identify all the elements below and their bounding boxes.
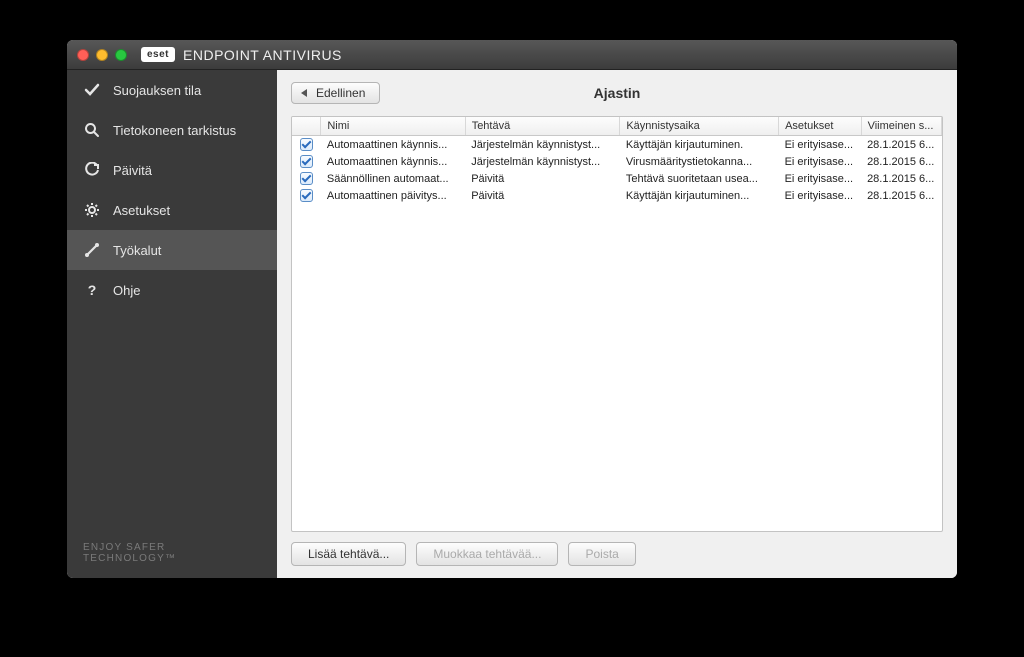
sidebar-item-status[interactable]: Suojauksen tila (67, 70, 277, 110)
sidebar-item-settings[interactable]: Asetukset (67, 190, 277, 230)
svg-text:?: ? (88, 282, 97, 298)
delete-task-button[interactable]: Poista (568, 542, 635, 566)
col-header-start[interactable]: Käynnistysaika (620, 117, 779, 136)
col-header-check[interactable] (292, 117, 321, 136)
back-button[interactable]: Edellinen (291, 82, 380, 104)
cell-name: Automaattinen päivitys... (321, 187, 465, 204)
sidebar-item-label: Päivitä (113, 163, 152, 178)
search-icon (83, 121, 101, 139)
row-checkbox[interactable] (300, 172, 313, 185)
minimize-icon[interactable] (96, 49, 108, 61)
cell-last: 28.1.2015 6... (861, 153, 941, 170)
traffic-lights (77, 49, 127, 61)
sidebar-item-label: Suojauksen tila (113, 83, 201, 98)
cell-name: Automaattinen käynnis... (321, 153, 465, 170)
cell-settings: Ei erityisase... (779, 170, 861, 187)
col-header-task[interactable]: Tehtävä (465, 117, 620, 136)
sidebar-item-tools[interactable]: Työkalut (67, 230, 277, 270)
col-header-settings[interactable]: Asetukset (779, 117, 861, 136)
refresh-icon (83, 161, 101, 179)
check-icon (83, 81, 101, 99)
scheduler-table: Nimi Tehtävä Käynnistysaika Asetukset Vi… (292, 117, 942, 204)
cell-name: Säännöllinen automaat... (321, 170, 465, 187)
cell-settings: Ei erityisase... (779, 153, 861, 170)
tools-icon (83, 241, 101, 259)
scheduler-table-panel: Nimi Tehtävä Käynnistysaika Asetukset Vi… (291, 116, 943, 532)
table-row[interactable]: Automaattinen käynnis... Järjestelmän kä… (292, 136, 942, 154)
row-checkbox[interactable] (300, 189, 313, 202)
sidebar-item-label: Asetukset (113, 203, 170, 218)
gear-icon (83, 201, 101, 219)
cell-name: Automaattinen käynnis... (321, 136, 465, 154)
cell-task: Päivitä (465, 170, 620, 187)
brand-logo: eset (141, 47, 175, 62)
cell-settings: Ei erityisase... (779, 187, 861, 204)
close-icon[interactable] (77, 49, 89, 61)
cell-start: Käyttäjän kirjautuminen... (620, 187, 779, 204)
col-header-last[interactable]: Viimeinen s... (861, 117, 941, 136)
sidebar-item-scan[interactable]: Tietokoneen tarkistus (67, 110, 277, 150)
cell-settings: Ei erityisase... (779, 136, 861, 154)
header-row: Edellinen Ajastin (291, 80, 943, 106)
sidebar-item-update[interactable]: Päivitä (67, 150, 277, 190)
titlebar: eset ENDPOINT ANTIVIRUS (67, 40, 957, 70)
table-row[interactable]: Automaattinen päivitys... Päivitä Käyttä… (292, 187, 942, 204)
sidebar: Suojauksen tila Tietokoneen tarkistus Pä… (67, 70, 277, 578)
button-row: Lisää tehtävä... Muokkaa tehtävää... Poi… (291, 542, 943, 566)
edit-task-button[interactable]: Muokkaa tehtävää... (416, 542, 558, 566)
app-title: ENDPOINT ANTIVIRUS (183, 47, 342, 63)
table-row[interactable]: Automaattinen käynnis... Järjestelmän kä… (292, 153, 942, 170)
table-row[interactable]: Säännöllinen automaat... Päivitä Tehtävä… (292, 170, 942, 187)
sidebar-item-label: Ohje (113, 283, 140, 298)
cell-last: 28.1.2015 6... (861, 187, 941, 204)
cell-start: Käyttäjän kirjautuminen. (620, 136, 779, 154)
app-window: eset ENDPOINT ANTIVIRUS Suojauksen tila … (67, 40, 957, 578)
cell-start: Virusmääritystietokanna... (620, 153, 779, 170)
zoom-icon[interactable] (115, 49, 127, 61)
cell-task: Järjestelmän käynnistyst... (465, 153, 620, 170)
question-icon: ? (83, 281, 101, 299)
cell-task: Päivitä (465, 187, 620, 204)
cell-last: 28.1.2015 6... (861, 170, 941, 187)
add-task-button[interactable]: Lisää tehtävä... (291, 542, 406, 566)
col-header-name[interactable]: Nimi (321, 117, 465, 136)
cell-start: Tehtävä suoritetaan usea... (620, 170, 779, 187)
sidebar-item-help[interactable]: ? Ohje (67, 270, 277, 310)
sidebar-item-label: Työkalut (113, 243, 161, 258)
cell-task: Järjestelmän käynnistyst... (465, 136, 620, 154)
sidebar-item-label: Tietokoneen tarkistus (113, 123, 236, 138)
sidebar-footer: ENJOY SAFER TECHNOLOGY™ (67, 528, 277, 578)
window-body: Suojauksen tila Tietokoneen tarkistus Pä… (67, 70, 957, 578)
cell-last: 28.1.2015 6... (861, 136, 941, 154)
row-checkbox[interactable] (300, 138, 313, 151)
row-checkbox[interactable] (300, 155, 313, 168)
main-panel: Edellinen Ajastin Nimi Tehtävä Käynnisty… (277, 70, 957, 578)
page-title: Ajastin (594, 85, 641, 101)
